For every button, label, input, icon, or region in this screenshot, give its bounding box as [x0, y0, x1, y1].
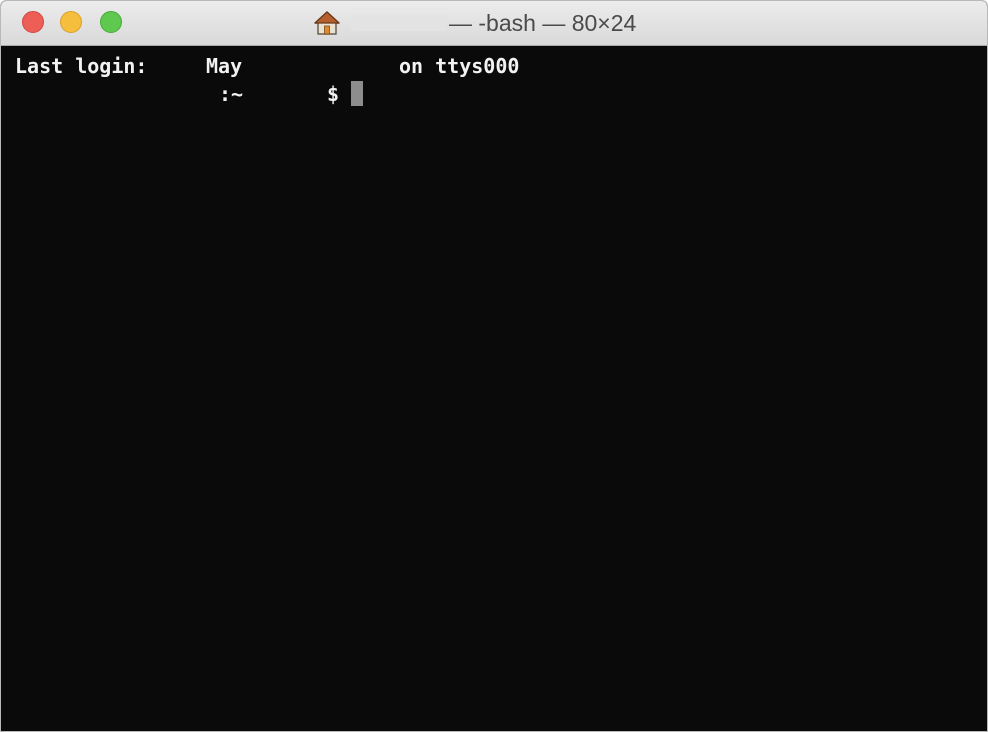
window-title-group: — -bash — 80×24	[311, 9, 691, 37]
terminal-window: — -bash — 80×24 Last login: May on ttys0…	[0, 0, 988, 732]
prompt-path: :~	[219, 82, 244, 106]
minimize-button[interactable]	[60, 11, 82, 33]
close-button[interactable]	[22, 11, 44, 33]
prompt-symbol: $	[327, 82, 340, 106]
last-login-label: Last login:	[15, 54, 148, 78]
terminal-content[interactable]: Last login: May on ttys000 :~ $	[1, 46, 987, 731]
last-login-tty: on ttys000	[399, 54, 520, 78]
last-login-month: May	[206, 54, 243, 78]
title-hostname-redacted	[351, 15, 447, 31]
window-title: — -bash — 80×24	[449, 10, 637, 36]
title-bar[interactable]: — -bash — 80×24	[1, 1, 987, 46]
home-icon	[314, 11, 340, 35]
zoom-button[interactable]	[100, 11, 122, 33]
text-cursor	[351, 81, 363, 106]
